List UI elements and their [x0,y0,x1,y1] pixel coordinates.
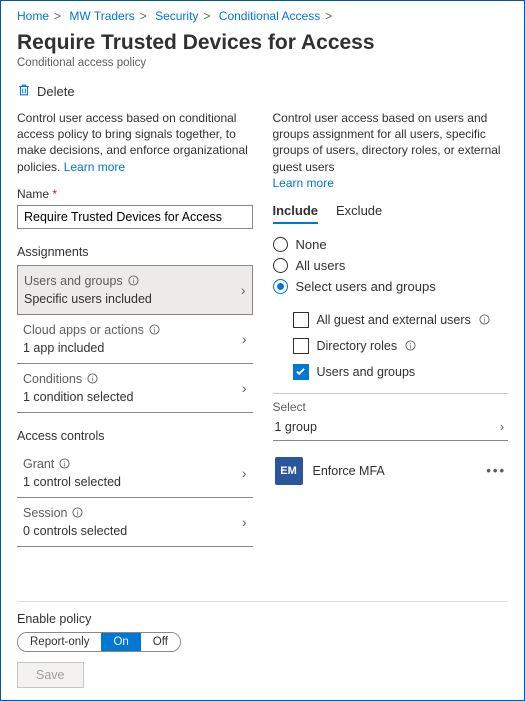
left-description: Control user access based on conditional… [17,110,253,175]
save-button[interactable]: Save [17,662,84,688]
checkbox-icon [293,312,309,328]
select-groups-picker[interactable]: 1 group › [273,414,509,441]
info-icon[interactable]: i [87,373,98,384]
svg-text:i: i [77,509,79,518]
toggle-report-only[interactable]: Report-only [18,633,101,651]
radio-label: All users [296,258,346,273]
radio-none[interactable]: None [273,234,509,255]
assignment-cloud-apps[interactable]: Cloud apps or actions i 1 app included › [17,315,253,364]
checkbox-directory-roles[interactable]: Directory roles i [293,333,509,359]
radio-all-users[interactable]: All users [273,255,509,276]
checkbox-icon [293,338,309,354]
radio-icon [273,237,288,252]
checkbox-label: Directory roles [317,339,398,353]
trash-icon [17,83,31,100]
svg-text:i: i [92,375,94,384]
chevron-right-icon: › [241,282,246,298]
breadcrumb-home[interactable]: Home [17,9,49,23]
delete-button[interactable]: Delete [17,79,508,110]
item-value: 1 condition selected [23,390,247,404]
item-value: 0 controls selected [23,524,247,538]
learn-more-link-left[interactable]: Learn more [64,160,125,174]
right-description: Control user access based on users and g… [273,110,509,191]
enable-policy-label: Enable policy [17,612,508,626]
access-controls-heading: Access controls [17,429,253,443]
item-label: Users and groups [24,274,123,288]
svg-text:i: i [410,342,412,351]
item-label: Cloud apps or actions [23,323,144,337]
info-icon[interactable]: i [479,314,490,325]
svg-text:i: i [154,326,156,335]
svg-text:i: i [132,277,134,286]
breadcrumb-security[interactable]: Security [155,9,198,23]
info-icon[interactable]: i [72,507,83,518]
include-exclude-tabs: Include Exclude [273,203,509,224]
svg-text:i: i [64,460,66,469]
chevron-right-icon: › [242,465,247,481]
checkbox-icon [293,364,309,380]
name-label: Name * [17,187,253,201]
divider [273,393,509,394]
info-icon[interactable]: i [405,340,416,351]
item-value: Specific users included [24,292,246,306]
breadcrumb-mw-traders[interactable]: MW Traders [69,9,134,23]
radio-label: None [296,237,327,252]
tab-include[interactable]: Include [273,203,319,224]
more-actions-icon[interactable]: ••• [486,463,506,478]
radio-icon [273,258,288,273]
checkbox-label: All guest and external users [317,313,471,327]
radio-icon [273,279,288,294]
item-value: 1 app included [23,341,247,355]
item-label: Conditions [23,372,82,386]
learn-more-link-right[interactable]: Learn more [273,176,334,190]
select-label: Select [273,400,509,414]
info-icon[interactable]: i [149,324,160,335]
item-value: 1 control selected [23,475,247,489]
tab-exclude[interactable]: Exclude [336,203,382,224]
toggle-off[interactable]: Off [141,633,180,651]
assignment-conditions[interactable]: Conditions i 1 condition selected › [17,364,253,413]
assignments-heading: Assignments [17,245,253,259]
delete-label: Delete [37,84,75,99]
chevron-right-icon: › [242,331,247,347]
radio-label: Select users and groups [296,279,436,294]
page-title: Require Trusted Devices for Access [17,31,508,55]
access-control-session[interactable]: Session i 0 controls selected › [17,498,253,547]
group-avatar: EM [275,457,303,485]
page-subtitle: Conditional access policy [17,57,508,69]
group-name: Enforce MFA [313,464,477,478]
item-label: Session [23,506,67,520]
assignment-users-and-groups[interactable]: Users and groups i Specific users includ… [17,265,253,315]
chevron-right-icon: › [500,420,504,434]
access-control-grant[interactable]: Grant i 1 control selected › [17,449,253,498]
item-label: Grant [23,457,54,471]
checkbox-users-and-groups[interactable]: Users and groups [293,359,509,385]
radio-select-users-groups[interactable]: Select users and groups [273,276,509,297]
toggle-on[interactable]: On [101,633,140,651]
enable-policy-toggle[interactable]: Report-only On Off [17,632,181,652]
svg-text:i: i [483,316,485,325]
select-value: 1 group [275,420,317,434]
footer: Enable policy Report-only On Off Save [17,601,508,700]
right-panel: Control user access based on users and g… [273,110,509,547]
chevron-right-icon: › [242,380,247,396]
name-input[interactable] [17,205,253,229]
breadcrumb-conditional-access[interactable]: Conditional Access [219,9,320,23]
chevron-right-icon: › [242,514,247,530]
breadcrumb: Home> MW Traders> Security> Conditional … [17,1,508,27]
left-panel: Control user access based on conditional… [17,110,253,547]
info-icon[interactable]: i [128,275,139,286]
checkbox-label: Users and groups [317,365,416,379]
info-icon[interactable]: i [59,458,70,469]
checkbox-guest-users[interactable]: All guest and external users i [293,307,509,333]
selected-group-row[interactable]: EM Enforce MFA ••• [273,453,509,489]
